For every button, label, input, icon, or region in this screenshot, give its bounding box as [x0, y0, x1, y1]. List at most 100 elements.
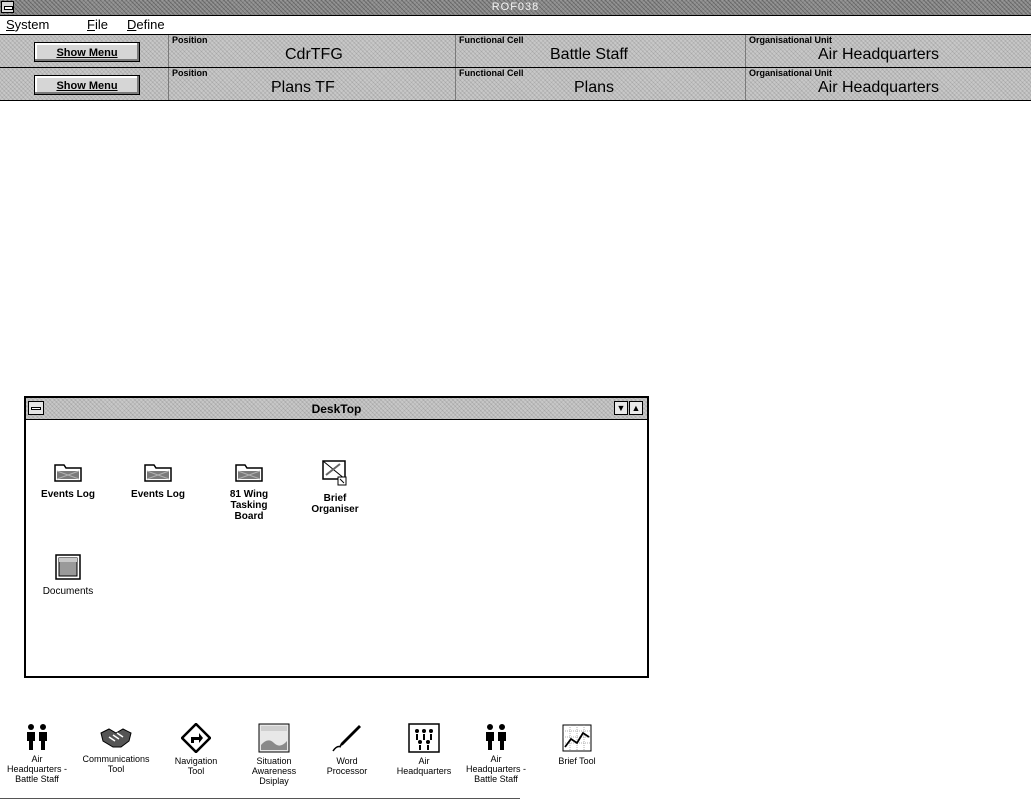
tool-4-line-1: Situation: [256, 756, 292, 766]
position-caption-2: Position: [172, 68, 208, 78]
desktop-title: DeskTop: [311, 402, 362, 416]
functional-cell-caption-2: Functional Cell: [459, 68, 524, 78]
tool-6-line-1: Air: [418, 756, 430, 766]
tool-3-line-1: Navigation: [174, 756, 218, 766]
tool-situation-awareness[interactable]: Situation Awareness Dsiplay: [237, 723, 311, 786]
position-field-1: Position CdrTFG: [168, 35, 453, 67]
people-pair-icon: [27, 724, 47, 750]
desktop-title-bar[interactable]: DeskTop ▼ ▲: [26, 398, 647, 420]
menu-system-label: ystem: [14, 17, 50, 32]
functional-cell-caption-1: Functional Cell: [459, 35, 524, 45]
tool-tray-divider: [0, 798, 520, 799]
tool-label-6: Air Headquarters: [387, 756, 461, 776]
events-log-icon-1[interactable]: Events Log: [28, 461, 108, 500]
menu-file-mnemonic: F: [87, 17, 95, 32]
functional-cell-field-1: Functional Cell Battle Staff: [455, 35, 745, 67]
tool-2-line-1: Communications: [82, 754, 150, 764]
folder-icon: [235, 464, 263, 482]
events-log-label-2: Events Log: [131, 489, 185, 500]
org-unit-caption-1: Organisational Unit: [749, 35, 833, 45]
org-unit-value-1: Air Headquarters: [818, 46, 939, 63]
tool-label-7: Air Headquarters - Battle Staff: [459, 754, 533, 784]
position-caption-1: Position: [172, 35, 208, 45]
pen-icon: [332, 725, 361, 752]
wing-tasking-board-line-2: Tasking: [230, 500, 268, 511]
tool-4-line-2: Awareness: [251, 766, 297, 776]
brief-organiser-icon-tile[interactable]: Brief Organiser: [295, 459, 375, 515]
tool-4-line-3: Dsiplay: [259, 776, 289, 786]
map-display-icon: [258, 723, 290, 753]
tool-2-line-2: Tool: [107, 764, 125, 774]
functional-cell-value-1: Battle Staff: [550, 46, 628, 63]
documents-icon: [55, 554, 81, 580]
folder-icon: [54, 464, 82, 482]
people-pair-icon: [486, 724, 506, 750]
wing-tasking-board-label: 81 Wing Tasking Board: [209, 489, 289, 522]
navigation-sign-icon: [181, 723, 211, 753]
tool-label-3: Navigation Tool: [159, 756, 233, 776]
maximize-button[interactable]: ▲: [629, 401, 643, 415]
tool-air-hq-battle-staff-2[interactable]: Air Headquarters - Battle Staff: [459, 723, 533, 784]
tool-5-line-2: Processor: [326, 766, 368, 776]
brief-organiser-label: Brief Organiser: [295, 493, 375, 515]
menu-file-label: ile: [94, 17, 108, 32]
brief-organiser-icon: [322, 460, 347, 486]
functional-cell-value-2: Plans: [574, 79, 615, 96]
wing-tasking-board-line-3: Board: [234, 511, 264, 522]
tool-air-hq[interactable]: Air Headquarters: [387, 723, 461, 776]
org-chart-icon: [408, 723, 440, 753]
events-log-icon-2[interactable]: Events Log: [118, 461, 198, 500]
position-row-1: Show Menu Position CdrTFG Functional Cel…: [0, 34, 1031, 67]
wing-tasking-board-line-1: 81 Wing: [229, 489, 269, 500]
brief-organiser-line-1: Brief: [323, 493, 347, 504]
chart-board-icon: [562, 724, 592, 752]
org-unit-caption-2: Organisational Unit: [749, 68, 833, 78]
tool-brief[interactable]: Brief Tool: [540, 723, 614, 766]
functional-cell-field-2: Functional Cell Plans: [455, 68, 745, 100]
show-menu-button-2[interactable]: Show Menu: [34, 75, 140, 95]
tool-label-4: Situation Awareness Dsiplay: [237, 756, 311, 786]
documents-label: Documents: [42, 586, 94, 597]
events-log-label-1: Events Log: [41, 489, 95, 500]
position-row-2: Show Menu Position Plans TF Functional C…: [0, 67, 1031, 100]
tool-label-5: Word Processor: [310, 756, 384, 776]
documents-icon-tile[interactable]: Documents: [28, 554, 108, 597]
menu-define-label: efine: [136, 17, 165, 32]
menu-file[interactable]: File: [87, 17, 108, 32]
position-value-2: Plans TF: [271, 79, 335, 96]
tool-6-line-2: Headquarters: [396, 766, 452, 776]
position-value-1: CdrTFG: [285, 46, 343, 63]
app-title: ROF038: [491, 1, 540, 13]
tool-communications[interactable]: Communications Tool: [79, 723, 153, 774]
tool-5-line-1: Word: [336, 756, 358, 766]
org-unit-field-2: Organisational Unit Air Headquarters: [745, 68, 1031, 100]
tool-label-8: Brief Tool: [558, 756, 596, 766]
tool-navigation[interactable]: Navigation Tool: [159, 723, 233, 776]
menu-system[interactable]: System: [6, 17, 49, 32]
tool-word-processor[interactable]: Word Processor: [310, 723, 384, 776]
tool-air-hq-battle-staff-1[interactable]: Air Headquarters - Battle Staff: [0, 723, 74, 784]
tool-label-2: Communications Tool: [79, 754, 153, 774]
tool-7-line-3: Battle Staff: [474, 774, 518, 784]
show-menu-button-1[interactable]: Show Menu: [34, 42, 140, 62]
app-title-bar[interactable]: ROF038: [0, 0, 1031, 16]
menu-define[interactable]: Define: [127, 17, 165, 32]
desktop-window[interactable]: DeskTop ▼ ▲ Events Log Events Log 81 Win…: [24, 396, 649, 678]
position-field-2: Position Plans TF: [168, 68, 453, 100]
tool-label-1: Air Headquarters - Battle Staff: [0, 754, 74, 784]
folder-icon: [144, 464, 172, 482]
minimize-button[interactable]: ▼: [614, 401, 628, 415]
tool-7-line-2: Headquarters -: [465, 764, 527, 774]
tool-1-line-3: Battle Staff: [15, 774, 59, 784]
org-unit-value-2: Air Headquarters: [818, 79, 939, 96]
menu-bar: System File Define: [0, 16, 1031, 34]
tool-3-line-2: Tool: [187, 766, 205, 776]
wing-tasking-board-icon[interactable]: 81 Wing Tasking Board: [209, 461, 289, 522]
tool-1-line-1: Air: [31, 754, 43, 764]
tool-7-line-1: Air: [490, 754, 502, 764]
menu-system-mnemonic: S: [6, 17, 15, 32]
menu-define-mnemonic: D: [127, 17, 137, 32]
brief-organiser-line-2: Organiser: [311, 504, 359, 515]
toolbar-divider: [0, 100, 1031, 101]
tool-1-line-2: Headquarters -: [6, 764, 68, 774]
